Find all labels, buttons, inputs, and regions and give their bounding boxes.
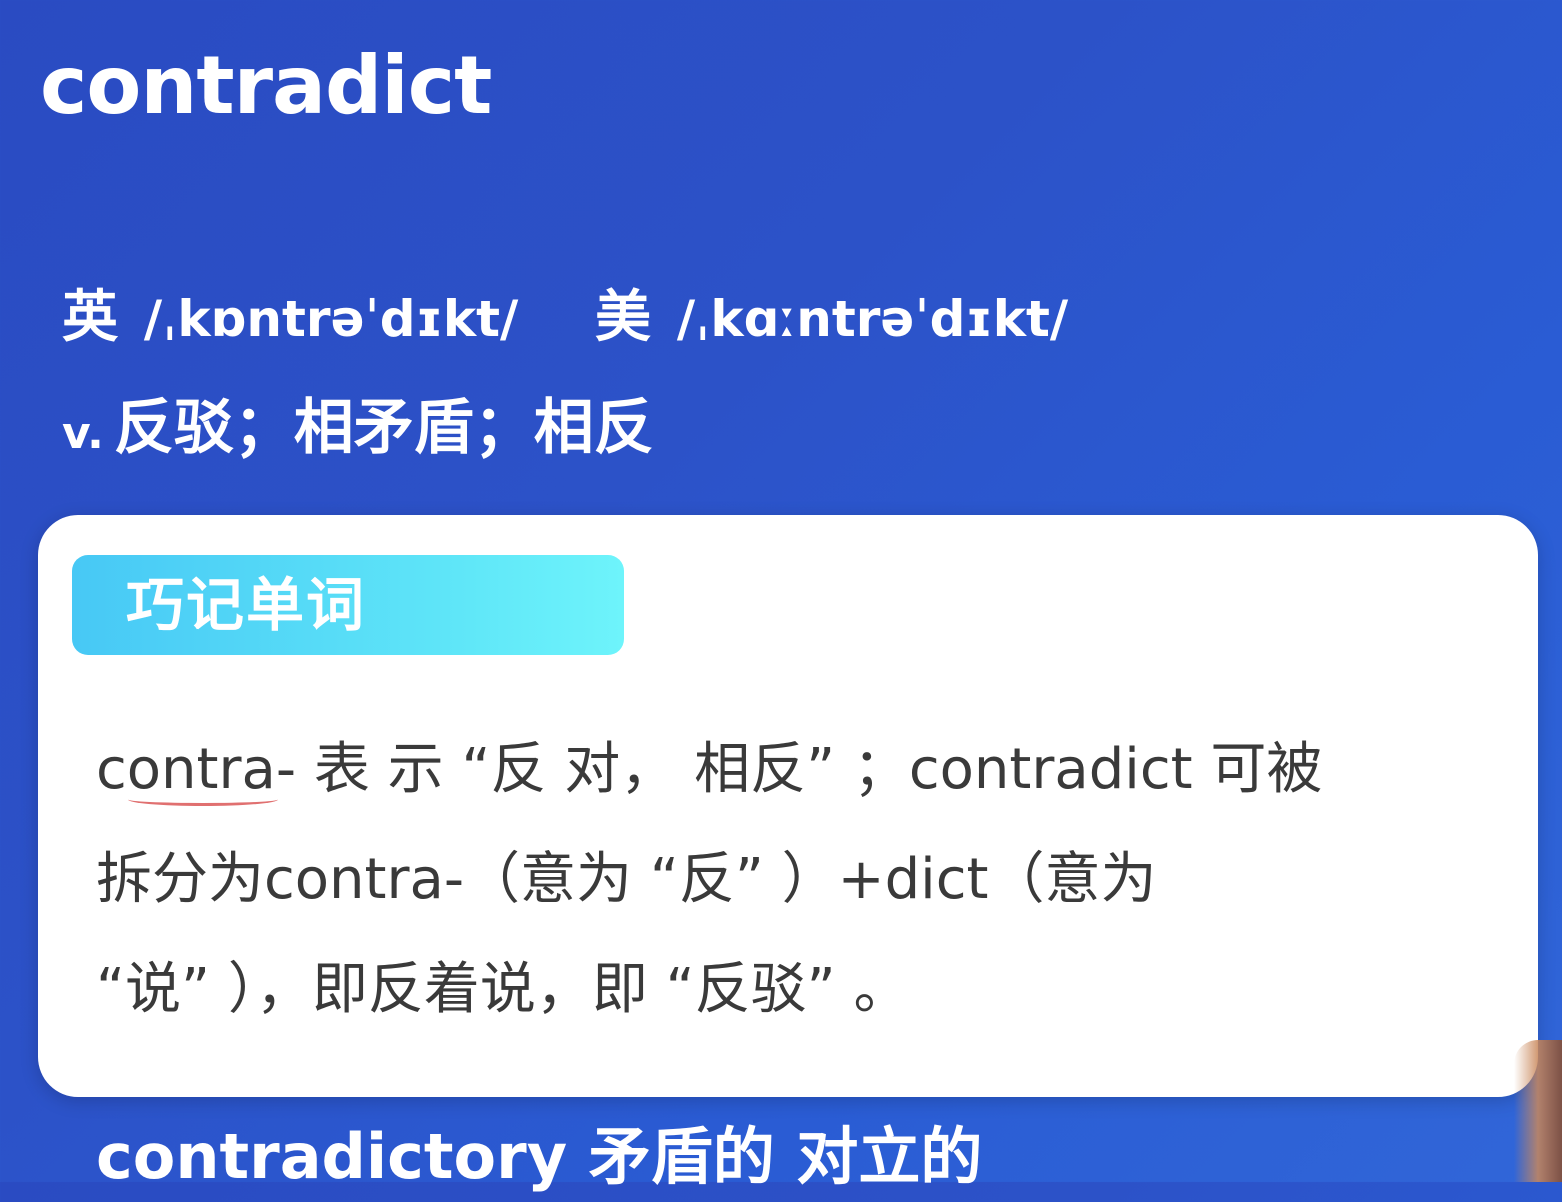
memory-tip-tag: 巧记单词 — [72, 555, 624, 655]
phonetic-uk: 英 /ˌkɒntrəˈdɪkt/ — [62, 278, 518, 359]
phonetic-us-label: 美 — [595, 285, 651, 350]
handwritten-underline — [128, 793, 278, 806]
definition-meaning: 反驳；相矛盾；相反 — [113, 393, 654, 463]
word-title: contradict — [40, 39, 492, 132]
definition: v. 反驳；相矛盾；相反 — [62, 390, 654, 472]
phonetic-uk-label: 英 — [62, 285, 118, 350]
memory-tip-card: 巧记单词 contra- 表 示 “反 对， 相反” ；contradict 可… — [38, 515, 1538, 1097]
phonetic-us-ipa: /ˌkɑːntrəˈdɪkt/ — [676, 290, 1069, 348]
memory-tip-tag-label: 巧记单词 — [126, 571, 367, 639]
memory-tip-line-3: “说” ），即反着说，即 “反驳” 。 — [96, 957, 910, 1022]
phonetic-us: 美 /ˌkɑːntrəˈdɪkt/ — [595, 278, 1068, 359]
memory-tip-line-1-text: contra- 表 示 “反 对， 相反” ；contradict 可被 — [96, 737, 1323, 802]
memory-tip-line-1: contra- 表 示 “反 对， 相反” ；contradict 可被 — [96, 715, 1476, 825]
phonetic-uk-ipa: /ˌkɒntrəˈdɪkt/ — [143, 290, 519, 348]
phonetics-row: 英 /ˌkɒntrəˈdɪkt/ 美 /ˌkɑːntrəˈdɪkt/ — [62, 278, 1522, 358]
related-word: contradictory 矛盾的 对立的 — [96, 1120, 983, 1193]
memory-tip-body: contra- 表 示 “反 对， 相反” ；contradict 可被 拆分为… — [96, 715, 1476, 1045]
memory-tip-line-2: 拆分为contra-（意为 “反” ）+dict（意为 — [96, 847, 1157, 912]
presenter-partial-figure — [1514, 1040, 1562, 1182]
part-of-speech: v. — [62, 408, 104, 459]
